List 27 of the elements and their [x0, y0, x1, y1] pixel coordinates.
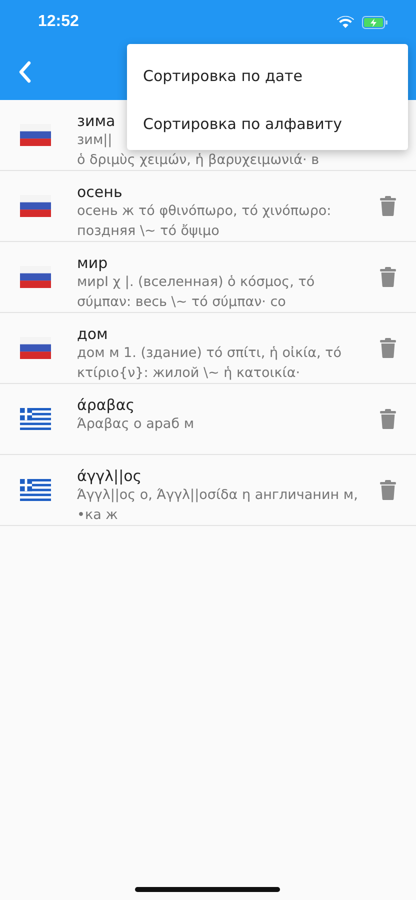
entry-word: дом — [77, 325, 108, 343]
greek-flag-icon — [20, 479, 51, 501]
russian-flag-icon — [20, 337, 51, 359]
menu-item[interactable]: Сортировка по дате — [127, 52, 408, 100]
russian-flag-icon — [20, 195, 51, 217]
entry-word: мир — [77, 254, 108, 272]
entry-word: зима — [77, 112, 116, 130]
entry-word: άγγλ||ος — [77, 467, 142, 485]
entry-translation: Άραβας ο араб м — [77, 415, 194, 434]
russian-flag-icon — [20, 124, 51, 146]
entry-word: осень — [77, 183, 122, 201]
entry-translation: мирI χ |. (вселенная) ὁ κόσμος, τό σύμπαν: весь \~ τό σύμπαν· со — [77, 273, 316, 312]
russian-flag-icon — [20, 266, 51, 288]
trash-icon[interactable] — [380, 409, 396, 429]
battery-charging-icon — [362, 16, 388, 28]
status-time: 12:52 — [38, 12, 79, 32]
wifi-icon — [337, 16, 354, 28]
back-icon[interactable] — [18, 61, 32, 83]
trash-icon[interactable] — [380, 338, 396, 358]
greek-flag-icon — [20, 408, 51, 430]
entry-translation: Άγγλ||ος ο, Άγγλ||οσίδα η англичанин м, •ка ж — [77, 486, 359, 525]
trash-icon[interactable] — [380, 196, 396, 216]
trash-icon[interactable] — [380, 267, 396, 287]
trash-icon[interactable] — [380, 480, 396, 500]
entry-translation: дом м 1. (здание) τό σπίτι, ἡ οἰκία, τό κτίριο{ν}: жилой \~ ἡ κατοικία· — [77, 344, 343, 383]
entry-translation: осень ж τό φθινόπωρο, τό χινόπωρο: поздняя \~ τό ὄψιμο — [77, 202, 332, 241]
entry-word: άραβας — [77, 396, 135, 414]
